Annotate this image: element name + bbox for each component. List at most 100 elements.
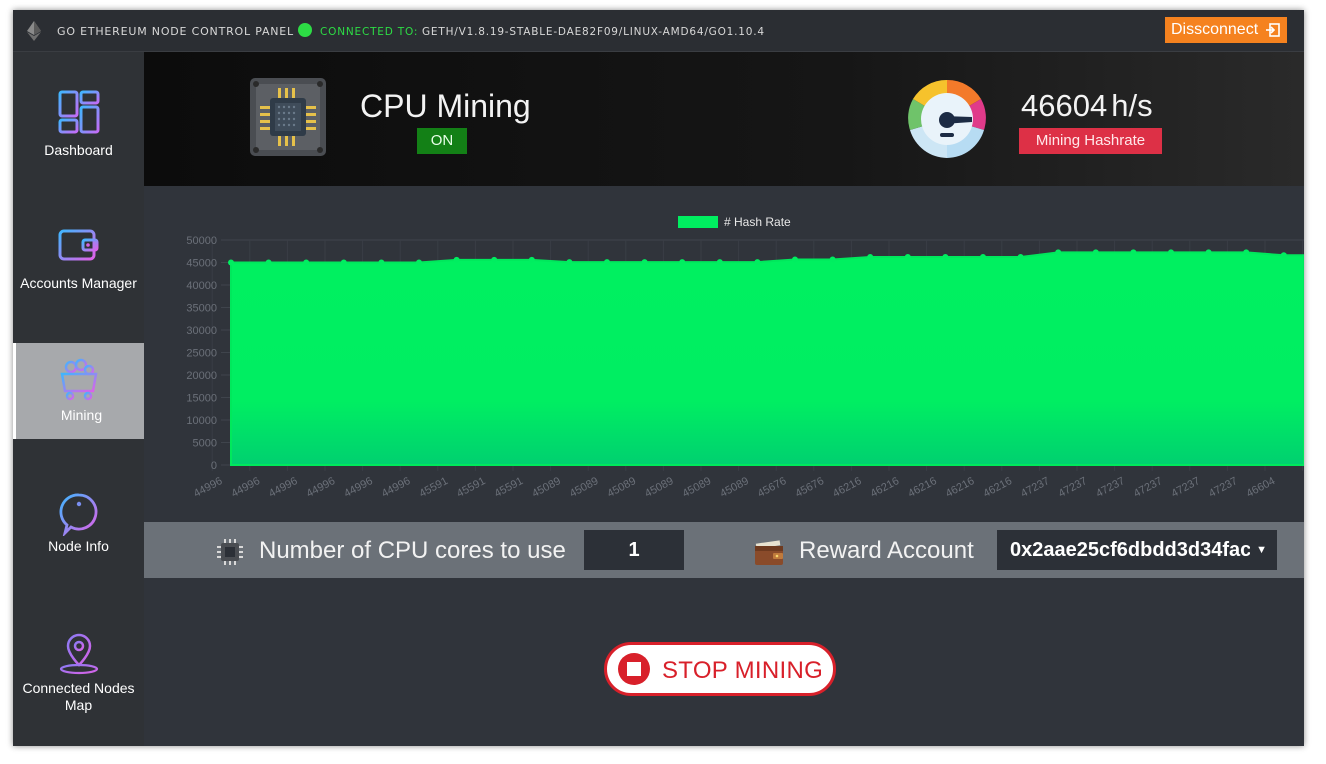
x-tick-label: 44996 [229,475,262,500]
y-tick-label: 0 [211,460,217,472]
x-tick-label: 44996 [267,475,300,500]
x-tick-label: 45089 [568,475,601,500]
y-tick-label: 45000 [186,258,217,270]
data-point[interactable] [228,259,234,266]
ethereum-logo-icon [27,21,41,41]
sidebar-item-label: Accounts Manager [20,275,137,291]
x-tick-label: 46216 [981,475,1014,500]
data-point[interactable] [303,259,310,266]
data-point[interactable] [716,259,723,266]
data-point[interactable] [453,256,460,263]
disconnect-label: Dissconnect [1171,21,1259,38]
mining-controls-bar: Number of CPU cores to use Reward Accoun… [144,522,1304,578]
data-point[interactable] [1092,249,1099,256]
y-tick-label: 40000 [186,280,217,292]
sidebar-item-dashboard[interactable]: Dashboard [13,52,144,158]
cpu-cores-input[interactable] [584,530,684,570]
info-icon [59,493,98,536]
sidebar-item-label: Node Info [48,538,109,554]
data-point[interactable] [265,259,272,266]
sidebar-item-accounts-manager[interactable]: Accounts Manager [13,218,144,314]
x-tick-label: 45676 [756,475,789,500]
data-point[interactable] [340,259,347,266]
hashrate-readout: 46604 h/s [1021,88,1153,124]
data-point[interactable] [754,259,761,266]
hashrate-unit: h/s [1111,88,1153,123]
data-point[interactable] [1205,249,1212,256]
stop-mining-label: STOP MINING [662,657,824,684]
hashrate-area [230,251,1304,466]
data-point[interactable] [604,259,610,266]
x-tick-label: 47237 [1207,475,1240,500]
y-tick-label: 35000 [186,303,217,315]
sidebar-item-connected-nodes-map[interactable]: Connected Nodes Map [13,620,144,716]
cpu-cores-icon [217,539,243,565]
y-tick-label: 15000 [186,393,217,405]
data-point[interactable] [1168,249,1174,256]
sidebar: Dashboard Accounts Manager Mining Node I… [13,52,144,746]
data-point[interactable] [829,256,836,263]
data-point[interactable] [1243,249,1250,256]
data-point[interactable] [641,259,648,266]
x-tick-label: 47237 [1019,475,1052,500]
hashrate-chart: 0 5000 10000 15000 20000 25000 30000 35000 40000… [144,186,1304,522]
data-point[interactable] [1017,254,1024,261]
data-point[interactable] [528,256,535,263]
x-tick-label: 45089 [605,475,638,500]
speedometer-icon [908,79,986,158]
x-tick-label: 45591 [417,475,450,500]
reward-account-label: Reward Account [799,537,974,564]
sidebar-item-label: Mining [60,407,103,423]
x-tick-label: 46216 [906,475,939,500]
x-tick-label: 46216 [831,475,864,500]
x-tick-label: 46216 [869,475,902,500]
data-point[interactable] [792,256,798,263]
dropdown-caret-icon: ▼ [1256,544,1267,556]
x-tick-label: 44996 [342,475,375,500]
reward-account-value: 0x2aae25cf6dbdd3d34face [1010,539,1250,561]
data-point[interactable] [566,259,573,266]
mining-status-badge: ON [417,128,467,154]
y-tick-label: 50000 [186,235,217,247]
x-tick-label: 47237 [1057,475,1090,500]
mining-header: CPU Mining ON 46604 h/s Mining Hashrate [144,52,1304,186]
stop-mining-button[interactable]: STOP MINING [604,642,836,696]
data-point[interactable] [378,259,385,266]
data-point[interactable] [1055,249,1062,256]
x-tick-label: 46216 [944,475,977,500]
data-point[interactable] [1130,249,1137,256]
sidebar-item-node-info[interactable]: Node Info [13,482,144,578]
hashrate-label-badge: Mining Hashrate [1019,128,1162,154]
x-tick-label: 45089 [681,475,714,500]
sidebar-item-label: Dashboard [44,142,113,158]
data-point[interactable] [1280,252,1287,259]
data-point[interactable] [491,256,498,263]
x-tick-label: 45591 [455,475,488,500]
reward-wallet-icon [755,540,783,565]
title-bar: GO ETHEREUM NODE CONTROL PANEL CONNECTED… [13,10,1304,52]
y-tick-label: 10000 [186,415,217,427]
data-point[interactable] [416,259,422,266]
data-point[interactable] [867,254,874,261]
disconnect-button[interactable]: Dissconnect [1165,17,1287,43]
mining-mode-title: CPU Mining [360,88,531,124]
y-tick-label: 25000 [186,348,217,360]
x-tick-label: 47237 [1094,475,1127,500]
x-tick-label: 45089 [530,475,563,500]
connected-node-version: GETH/V1.8.19-STABLE-DAE82F09/LINUX-AMD64… [422,26,765,38]
legend-swatch [678,216,718,228]
data-point[interactable] [942,254,949,261]
reward-account-select[interactable]: 0x2aae25cf6dbdd3d34face ▼ [997,530,1277,570]
map-pin-icon [59,633,99,675]
wallet-icon [58,229,99,261]
dashboard-icon [58,90,100,134]
data-point[interactable] [904,254,911,261]
sidebar-item-mining[interactable]: Mining [13,343,144,439]
x-tick-label: 45591 [493,475,526,500]
data-point[interactable] [679,259,686,266]
stop-icon [618,653,650,685]
x-tick-label: 44996 [305,475,338,500]
data-point[interactable] [980,254,986,261]
x-tick-label: 45676 [793,475,826,500]
x-tick-label: 47237 [1132,475,1165,500]
